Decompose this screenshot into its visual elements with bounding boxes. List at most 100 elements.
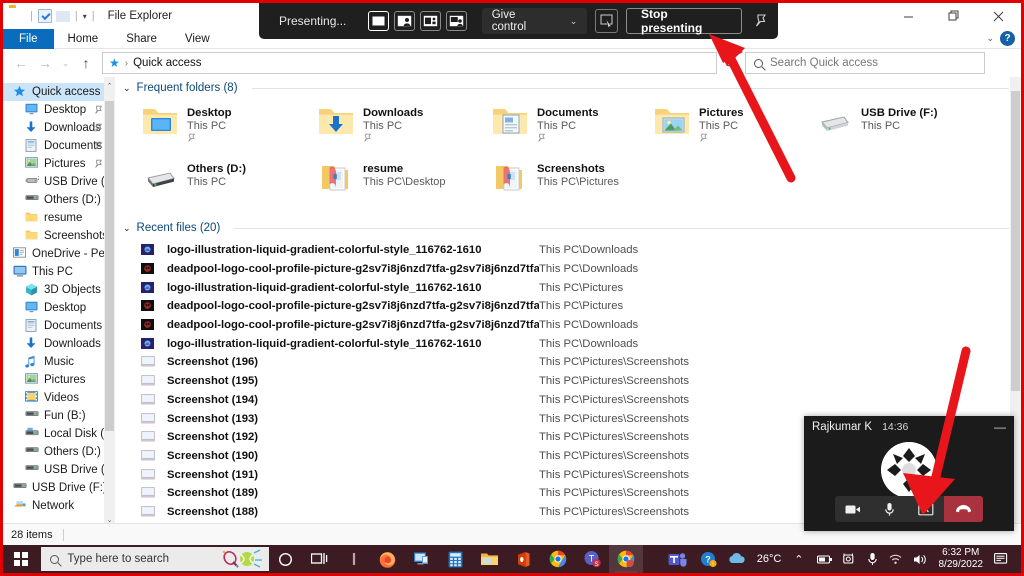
chevron-up-icon[interactable]: ⌃: [786, 545, 811, 573]
sidebar-item-desktop[interactable]: Desktop: [3, 299, 115, 317]
recent-files-header[interactable]: ⌄ Recent files (20): [115, 217, 1021, 239]
sidebar-item-documents[interactable]: Documents: [3, 137, 115, 155]
notification-icon[interactable]: [989, 545, 1015, 573]
widgets-icon[interactable]: [337, 545, 371, 573]
weather-temperature[interactable]: 26°C: [752, 545, 787, 573]
maximize-restore-button[interactable]: [931, 3, 976, 29]
chrome-icon[interactable]: [541, 545, 575, 573]
sidebar-item-documents[interactable]: Documents: [3, 317, 115, 335]
recent-file-row[interactable]: logo-illustration-liquid-gradient-colorf…: [115, 241, 1021, 260]
standout-icon[interactable]: [394, 11, 416, 31]
sidebar-item-usb-drive-f[interactable]: USB Drive (F:): [3, 479, 115, 497]
sidebar-item-resume[interactable]: resume: [3, 209, 115, 227]
breadcrumb-path[interactable]: Quick access: [133, 57, 201, 69]
teams-chat-icon[interactable]: T S: [575, 545, 609, 573]
sidebar-scroll-thumb[interactable]: [105, 101, 114, 431]
help-icon[interactable]: ?: [1000, 31, 1015, 46]
office-icon[interactable]: [507, 545, 541, 573]
tab-view[interactable]: View: [171, 29, 224, 49]
stop-presenting-button[interactable]: Stop presenting: [626, 7, 742, 35]
frequent-folder-item[interactable]: resume This PC\Desktop: [317, 161, 446, 193]
content-scroll-thumb[interactable]: [1011, 91, 1020, 391]
support-assistant-icon[interactable]: ? !: [695, 545, 722, 573]
sidebar-item-pictures[interactable]: Pictures: [3, 371, 115, 389]
pin-icon[interactable]: [94, 141, 103, 152]
recent-file-row[interactable]: Screenshot (196) This PC\Pictures\Screens…: [115, 353, 1021, 372]
frequent-folder-item[interactable]: USB Drive (F:) This PC: [815, 105, 938, 137]
sidebar-item-downloads[interactable]: Downloads: [3, 335, 115, 353]
camera-privacy-icon[interactable]: [838, 545, 862, 573]
frequent-folder-item[interactable]: Others (D:) This PC: [141, 161, 246, 193]
sidebar-item-local-disk-c[interactable]: Local Disk (C:): [3, 425, 115, 443]
address-input[interactable]: ★ › Quick access: [102, 52, 717, 74]
frequent-folder-item[interactable]: Screenshots This PC\Pictures: [491, 161, 619, 193]
frequent-folder-item[interactable]: Documents This PC: [491, 105, 599, 145]
sidebar-item-fun-b[interactable]: Fun (B:): [3, 407, 115, 425]
hangup-icon[interactable]: [943, 496, 983, 522]
sidebar-item-network[interactable]: Network: [3, 497, 115, 515]
sidebar-item-pictures[interactable]: Pictures: [3, 155, 115, 173]
cursor-pointer-icon[interactable]: [595, 9, 618, 33]
recent-file-row[interactable]: logo-illustration-liquid-gradient-colorf…: [115, 334, 1021, 353]
chevron-down-icon[interactable]: ⌄: [123, 223, 131, 234]
sidebar-item-downloads[interactable]: Downloads: [3, 119, 115, 137]
minimize-call-button[interactable]: —: [994, 421, 1006, 433]
properties-icon[interactable]: [37, 9, 52, 23]
recent-file-row[interactable]: deadpool-logo-cool-profile-picture-g2sv7…: [115, 316, 1021, 335]
frequent-folders-header[interactable]: ⌄ Frequent folders (8): [115, 77, 1021, 99]
sidebar-item-onedrive-persor[interactable]: OneDrive - Persor: [3, 245, 115, 263]
pin-icon[interactable]: [754, 13, 768, 30]
remote-desktop-icon[interactable]: [405, 545, 439, 573]
sidebar-scrollbar[interactable]: ⌃ ⌄: [104, 77, 115, 529]
sidebar-item-others-d[interactable]: Others (D:): [3, 443, 115, 461]
recent-file-row[interactable]: deadpool-logo-cool-profile-picture-g2sv7…: [115, 260, 1021, 279]
share-stop-icon[interactable]: [908, 496, 944, 522]
tab-home[interactable]: Home: [54, 29, 113, 49]
start-button[interactable]: [3, 545, 39, 573]
sidebar-item-quick-access[interactable]: Quick access: [3, 83, 115, 101]
recent-locations-button[interactable]: ⌄: [57, 51, 74, 75]
frequent-folder-item[interactable]: Downloads This PC: [317, 105, 423, 145]
recent-file-row[interactable]: logo-illustration-liquid-gradient-colorf…: [115, 278, 1021, 297]
chevron-down-icon[interactable]: ⌄: [986, 33, 994, 44]
cortana-icon[interactable]: [269, 545, 303, 573]
sidebar-item-videos[interactable]: Videos: [3, 389, 115, 407]
microphone-icon[interactable]: [871, 496, 907, 522]
clock[interactable]: 6:32 PM 8/29/2022: [933, 547, 990, 571]
pin-icon[interactable]: [94, 159, 103, 170]
recent-file-row[interactable]: Screenshot (194) This PC\Pictures\Screens…: [115, 391, 1021, 410]
chevron-down-icon[interactable]: ⌄: [123, 83, 131, 94]
give-control-dropdown[interactable]: Give control ⌄: [481, 8, 588, 34]
recent-file-row[interactable]: deadpool-logo-cool-profile-picture-g2sv7…: [115, 297, 1021, 316]
up-button[interactable]: ↑: [74, 51, 98, 75]
close-button[interactable]: [976, 3, 1021, 29]
sidebar-item-desktop[interactable]: Desktop: [3, 101, 115, 119]
volume-icon[interactable]: [908, 545, 933, 573]
content-only-icon[interactable]: [368, 11, 390, 31]
forward-button[interactable]: →: [33, 51, 57, 75]
microphone-icon[interactable]: [862, 545, 883, 573]
minimize-button[interactable]: [886, 3, 931, 29]
side-by-side-icon[interactable]: [420, 11, 441, 31]
battery-icon[interactable]: [812, 545, 838, 573]
firefox-icon[interactable]: [371, 545, 405, 573]
camera-icon[interactable]: [835, 496, 871, 522]
new-folder-icon[interactable]: [55, 10, 70, 22]
chrome-active-icon[interactable]: [608, 545, 643, 573]
chevron-down-icon[interactable]: ▾: [83, 12, 87, 21]
taskbar-search-box[interactable]: Type here to search: [41, 547, 269, 571]
sidebar-item-screenshots[interactable]: Screenshots: [3, 227, 115, 245]
pin-icon[interactable]: [94, 123, 103, 134]
pin-icon[interactable]: [94, 105, 103, 116]
sidebar-item-usb-drive-f[interactable]: 2USB Drive (F:): [3, 173, 115, 191]
frequent-folder-item[interactable]: Pictures This PC: [653, 105, 744, 145]
cloud-icon[interactable]: [722, 545, 752, 573]
microsoft-teams-icon[interactable]: [661, 545, 695, 573]
tab-share[interactable]: Share: [112, 29, 171, 49]
search-box[interactable]: Search Quick access: [745, 52, 985, 74]
tab-file[interactable]: File: [3, 29, 54, 49]
recent-file-row[interactable]: Screenshot (195) This PC\Pictures\Screens…: [115, 372, 1021, 391]
sidebar-item-usb-drive-f[interactable]: USB Drive (F:): [3, 461, 115, 479]
task-view-icon[interactable]: [303, 545, 337, 573]
scroll-up-icon[interactable]: ⌃: [104, 79, 115, 93]
